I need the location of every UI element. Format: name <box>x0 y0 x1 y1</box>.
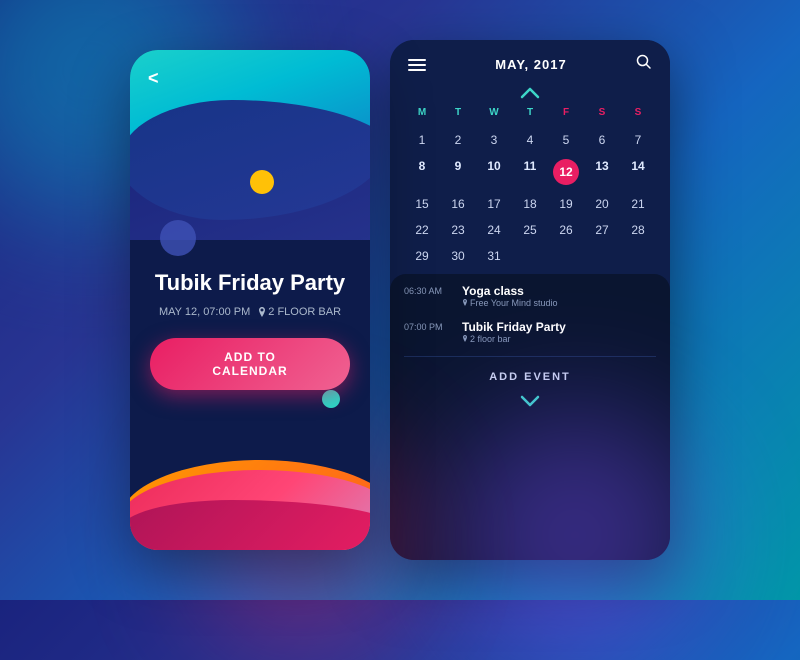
cal-day[interactable]: 8 <box>404 154 440 190</box>
cal-day[interactable]: 15 <box>404 192 440 216</box>
cal-day[interactable]: 1 <box>404 128 440 152</box>
event-info-yoga: Yoga class Free Your Mind studio <box>462 284 558 308</box>
event-name-yoga: Yoga class <box>462 284 558 298</box>
pin-icon-small-2 <box>462 335 468 343</box>
wave-magenta <box>130 500 370 550</box>
cal-day[interactable]: 29 <box>404 244 440 268</box>
pin-icon <box>258 307 266 317</box>
cal-day[interactable]: 27 <box>584 218 620 242</box>
cal-day[interactable]: 4 <box>512 128 548 152</box>
event-item-party: 07:00 PM Tubik Friday Party 2 floor bar <box>404 320 656 344</box>
week-4: 22 23 24 25 26 27 28 <box>404 218 656 242</box>
cal-day[interactable]: 19 <box>548 192 584 216</box>
wave-teal-2 <box>130 100 370 240</box>
cal-day[interactable]: 2 <box>440 128 476 152</box>
day-header-s2: S <box>620 103 656 122</box>
back-button[interactable]: < <box>148 68 159 89</box>
cal-day[interactable]: 20 <box>584 192 620 216</box>
day-header-f: F <box>548 103 584 122</box>
search-button[interactable] <box>636 54 652 75</box>
cal-day[interactable]: 24 <box>476 218 512 242</box>
event-location: 2 FLOOR BAR <box>258 306 341 318</box>
event-title: Tubik Friday Party <box>150 270 350 296</box>
divider <box>404 356 656 357</box>
event-time-party: 07:00 PM <box>404 320 452 332</box>
calendar-header: MAY, 2017 <box>390 40 670 85</box>
event-place-party: 2 floor bar <box>462 334 566 344</box>
menu-line-2 <box>408 64 426 66</box>
event-place-yoga: Free Your Mind studio <box>462 298 558 308</box>
cal-day[interactable]: 30 <box>440 244 476 268</box>
cal-day[interactable]: 7 <box>620 128 656 152</box>
day-header-t2: T <box>512 103 548 122</box>
bottom-waves <box>130 420 370 550</box>
cal-day[interactable]: 11 <box>512 154 548 190</box>
menu-line-1 <box>408 59 426 61</box>
chevron-up-icon <box>520 87 540 99</box>
calendar-grid: M T W T F S S 1 2 3 4 5 6 7 8 9 10 <box>390 103 670 268</box>
cal-day-today[interactable]: 12 <box>548 154 584 190</box>
cal-day[interactable]: 22 <box>404 218 440 242</box>
dot-teal-small <box>322 390 340 408</box>
add-to-calendar-button[interactable]: ADD TO CALENDAR <box>150 338 350 390</box>
cal-day[interactable]: 25 <box>512 218 548 242</box>
event-card: < Tubik Friday Party MAY 12, 07:00 PM 2 … <box>130 50 370 550</box>
chevron-down-button[interactable] <box>404 389 656 409</box>
cal-day[interactable]: 6 <box>584 128 620 152</box>
menu-button[interactable] <box>408 59 426 71</box>
cal-day[interactable]: 10 <box>476 154 512 190</box>
cal-day[interactable]: 16 <box>440 192 476 216</box>
calendar-month-title: MAY, 2017 <box>495 57 566 72</box>
bg-blob-2 <box>450 410 700 660</box>
week-5: 29 30 31 <box>404 244 656 268</box>
chevron-down-icon <box>520 395 540 407</box>
week-2: 8 9 10 11 12 13 14 <box>404 154 656 190</box>
cal-day[interactable]: 14 <box>620 154 656 190</box>
cal-day[interactable]: 28 <box>620 218 656 242</box>
cal-day[interactable]: 9 <box>440 154 476 190</box>
card-top-waves <box>130 50 370 250</box>
menu-line-3 <box>408 69 426 71</box>
cal-day[interactable]: 21 <box>620 192 656 216</box>
cal-day[interactable]: 26 <box>548 218 584 242</box>
event-info-party: Tubik Friday Party 2 floor bar <box>462 320 566 344</box>
event-name-party: Tubik Friday Party <box>462 320 566 334</box>
cal-day[interactable]: 31 <box>476 244 512 268</box>
event-content: Tubik Friday Party MAY 12, 07:00 PM 2 FL… <box>130 250 370 390</box>
day-header-w: W <box>476 103 512 122</box>
day-headers: M T W T F S S <box>404 103 656 122</box>
pin-icon-small <box>462 299 468 307</box>
cal-day[interactable]: 13 <box>584 154 620 190</box>
event-item-yoga: 06:30 AM Yoga class Free Your Mind studi… <box>404 284 656 308</box>
cal-day[interactable]: 5 <box>548 128 584 152</box>
day-header-s1: S <box>584 103 620 122</box>
event-date: MAY 12, 07:00 PM <box>159 306 250 318</box>
calendar-weeks: 1 2 3 4 5 6 7 8 9 10 11 12 13 14 <box>404 128 656 268</box>
week-3: 15 16 17 18 19 20 21 <box>404 192 656 216</box>
cal-day[interactable]: 17 <box>476 192 512 216</box>
cal-day[interactable]: 3 <box>476 128 512 152</box>
day-header-t1: T <box>440 103 476 122</box>
search-icon <box>636 54 652 70</box>
event-meta: MAY 12, 07:00 PM 2 FLOOR BAR <box>150 306 350 318</box>
dot-yellow <box>250 170 274 194</box>
chevron-up-button[interactable] <box>390 85 670 103</box>
add-event-button[interactable]: ADD EVENT <box>404 365 656 389</box>
cal-day[interactable]: 18 <box>512 192 548 216</box>
week-1: 1 2 3 4 5 6 7 <box>404 128 656 152</box>
day-header-m: M <box>404 103 440 122</box>
cal-day[interactable]: 23 <box>440 218 476 242</box>
event-time-yoga: 06:30 AM <box>404 284 452 296</box>
